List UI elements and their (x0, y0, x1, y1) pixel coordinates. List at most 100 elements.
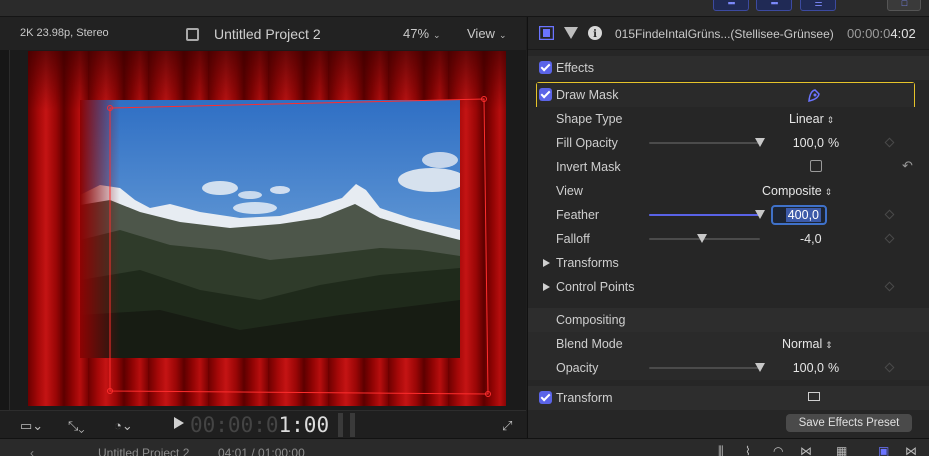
draw-mask-checkbox[interactable] (539, 88, 552, 101)
disclosure-triangle-icon[interactable] (543, 283, 550, 291)
blend-mode-row: Blend Mode Normal ⇕ (528, 332, 929, 356)
view-row: View Composite ⇕ (528, 179, 929, 203)
timeline-duration: 04:01 / 01:00:00 (218, 446, 305, 456)
opacity-slider-knob[interactable] (755, 363, 765, 372)
transform-onscreen-icon[interactable] (808, 392, 820, 401)
reset-arrow-icon[interactable]: ↶ (902, 158, 913, 174)
feather-slider-knob[interactable] (755, 210, 765, 219)
view-popup[interactable]: Composite ⇕ (762, 184, 832, 198)
skimming-icon[interactable]: ⌇ (745, 444, 751, 456)
effects-checkbox[interactable] (539, 61, 552, 74)
updown-chevron-icon: ⇕ (825, 340, 833, 350)
timeline-project-name: Untitled Project 2 (98, 446, 190, 456)
feather-slider[interactable] (649, 210, 765, 219)
falloff-label: Falloff (556, 232, 590, 246)
fill-opacity-slider[interactable] (649, 138, 765, 147)
disclosure-triangle-icon[interactable] (543, 259, 550, 267)
timecode-display[interactable]: 00:00:01:00 (190, 413, 329, 437)
compositing-label: Compositing (556, 313, 626, 327)
invert-mask-row: Invert Mask ↶ (528, 155, 929, 179)
info-icon[interactable]: i (588, 26, 602, 40)
feather-value: 400,0 (785, 208, 821, 222)
chevron-down-icon: ⌄ (498, 30, 507, 40)
transform-section-header[interactable]: Transform (528, 386, 929, 410)
viewer-options-icon[interactable]: ▭⌄ (20, 418, 43, 434)
keyframe-diamond-icon[interactable] (884, 362, 895, 373)
keyframe-diamond-icon[interactable] (884, 209, 895, 220)
audio-meter-left (338, 413, 343, 437)
keyframe-diamond-icon[interactable] (884, 233, 895, 244)
shape-type-popup[interactable]: Linear ⇕ (789, 112, 834, 126)
back-arrow-icon[interactable]: ‹ (30, 446, 34, 456)
control-points-row[interactable]: Control Points (528, 275, 929, 299)
speed-gauge-icon[interactable]: ◔⌄ (114, 418, 133, 434)
fill-opacity-label: Fill Opacity (556, 136, 618, 150)
transforms-label: Transforms (556, 256, 619, 270)
transitions-browser-icon[interactable]: ⋈ (905, 444, 917, 456)
shape-type-label: Shape Type (556, 112, 623, 126)
view-menu[interactable]: View ⌄ (467, 26, 507, 41)
film-icon[interactable] (186, 28, 199, 41)
falloff-slider[interactable] (649, 234, 760, 243)
zoom-menu[interactable]: 47% ⌄ (403, 26, 441, 41)
duration-bright: 4:02 (890, 26, 916, 41)
play-button[interactable] (174, 417, 184, 429)
opacity-label: Opacity (556, 361, 599, 375)
zoom-value: 47% (403, 26, 430, 41)
updown-chevron-icon: ⇕ (824, 187, 833, 197)
feather-value-field[interactable]: 400,0 (771, 205, 827, 225)
timecode-bright: 1:00 (278, 413, 330, 437)
view-value: Composite (762, 184, 822, 198)
headphones-icon[interactable]: ◠ (773, 444, 783, 456)
snapping-icon[interactable]: ⋈ (800, 444, 812, 456)
shape-type-row: Shape Type Linear ⇕ (528, 107, 929, 131)
effects-section-header[interactable]: Effects (528, 56, 929, 80)
project-title: Untitled Project 2 (214, 26, 321, 42)
viewer-toolbar: ▭⌄ ⤡⌄ ◔⌄ 00:00:01:00 ⤢ (0, 410, 526, 438)
blend-mode-popup[interactable]: Normal ⇕ (782, 337, 833, 351)
compositing-section-header[interactable]: Compositing (528, 308, 929, 332)
invert-mask-label: Invert Mask (556, 160, 621, 174)
feather-row: Feather 400,0 (528, 203, 929, 227)
draw-mask-row[interactable]: Draw Mask (537, 83, 914, 107)
opacity-slider[interactable] (649, 363, 765, 372)
fill-opacity-slider-knob[interactable] (755, 138, 765, 147)
timeline-toggle-button[interactable]: ▪▪▪ (756, 0, 792, 11)
browser-toggle-button[interactable]: ▪▪▪ (713, 0, 749, 11)
timeline-bottom-bar: ‹ Untitled Project 2 04:01 / 01:00:00 ⫼ … (0, 438, 929, 456)
clip-appearance-icon[interactable]: ⫼ (718, 444, 724, 456)
fill-opacity-value[interactable]: 100,0 (790, 136, 824, 150)
audio-meter-right (350, 413, 355, 437)
fill-opacity-row: Fill Opacity 100,0 % (528, 131, 929, 155)
duration-dim: 00:00:0 (847, 26, 891, 41)
color-inspector-icon[interactable] (564, 26, 578, 40)
video-canvas[interactable] (28, 51, 506, 406)
inspector-toggle-button[interactable]: ⚌ (800, 0, 836, 11)
video-inspector-icon[interactable] (539, 26, 554, 40)
format-label: 2K 23.98p, Stereo (20, 27, 109, 39)
share-button[interactable]: □ (887, 0, 921, 11)
transforms-row[interactable]: Transforms (528, 251, 929, 275)
inspector-header: i 015FindeIntalGrüns...(Stellisee-Grünse… (528, 17, 929, 50)
save-effects-preset-button[interactable]: Save Effects Preset (786, 414, 912, 432)
transform-checkbox[interactable] (539, 391, 552, 404)
invert-mask-checkbox[interactable] (810, 160, 822, 172)
blend-mode-value: Normal (782, 337, 823, 351)
transform-tools-icon[interactable]: ⤡⌄ (68, 418, 85, 434)
keyframe-diamond-icon[interactable] (884, 281, 895, 292)
fill-opacity-unit: % (828, 136, 840, 150)
fullscreen-icon[interactable]: ⤢ (502, 418, 512, 434)
falloff-value[interactable]: -4,0 (800, 232, 822, 246)
view-menu-label: View (467, 26, 495, 41)
view-label: View (556, 184, 583, 198)
falloff-slider-knob[interactable] (697, 234, 708, 243)
mask-pen-icon[interactable] (807, 88, 821, 102)
effects-browser-icon[interactable]: ▣ (878, 444, 889, 456)
grid-icon: ▪▪▪ (770, 0, 779, 8)
keyframe-diamond-icon[interactable] (884, 137, 895, 148)
opacity-value[interactable]: 100,0 (790, 361, 824, 375)
blend-mode-label: Blend Mode (556, 337, 623, 351)
mask-shape-outline[interactable] (28, 51, 506, 406)
share-icon: □ (901, 0, 907, 8)
film-strip-icon[interactable]: ▦ (836, 444, 847, 456)
